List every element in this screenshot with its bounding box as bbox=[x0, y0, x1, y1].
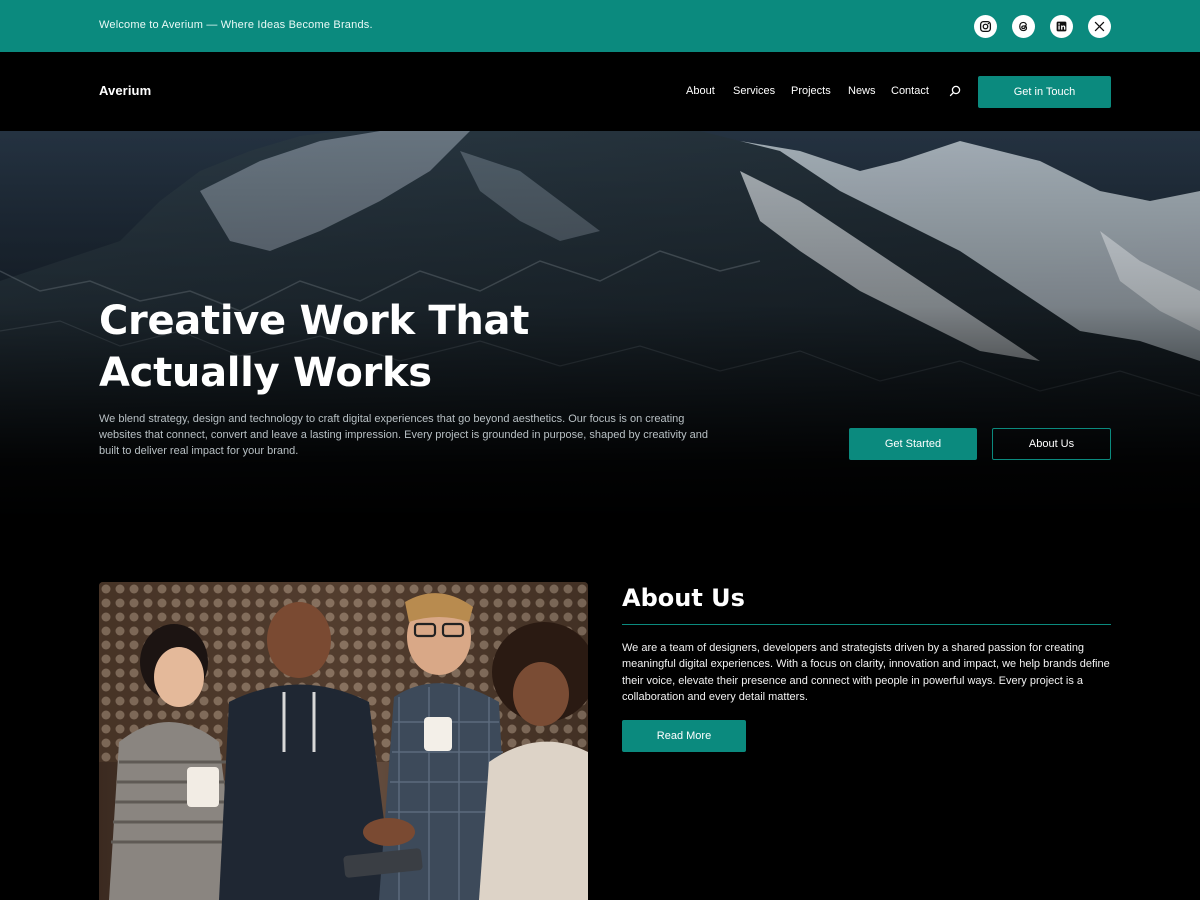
nav-projects[interactable]: Projects bbox=[791, 85, 831, 97]
hero-description: We blend strategy, design and technology… bbox=[99, 413, 709, 457]
about-title: About Us bbox=[622, 584, 745, 612]
team-photo bbox=[99, 582, 588, 900]
site-header: Averium About Services Projects News Con… bbox=[0, 52, 1200, 131]
nav-contact[interactable]: Contact bbox=[891, 85, 929, 97]
top-bar: Welcome to Averium — Where Ideas Become … bbox=[0, 0, 1200, 52]
search-icon[interactable] bbox=[948, 84, 962, 98]
read-more-button[interactable]: Read More bbox=[622, 720, 746, 752]
site-logo[interactable]: Averium bbox=[99, 83, 151, 98]
welcome-message: Welcome to Averium — Where Ideas Become … bbox=[99, 19, 373, 31]
about-divider bbox=[622, 624, 1111, 625]
instagram-icon[interactable] bbox=[974, 15, 997, 38]
about-text: We are a team of designers, developers a… bbox=[622, 642, 1110, 703]
nav-services[interactable]: Services bbox=[733, 85, 775, 97]
about-us-button[interactable]: About Us bbox=[992, 428, 1111, 460]
threads-icon[interactable] bbox=[1012, 15, 1035, 38]
nav-about[interactable]: About bbox=[686, 85, 715, 97]
x-icon[interactable] bbox=[1088, 15, 1111, 38]
get-started-button[interactable]: Get Started bbox=[849, 428, 977, 460]
get-in-touch-button[interactable]: Get in Touch bbox=[978, 76, 1111, 108]
hero-title: Creative Work That Actually Works bbox=[99, 298, 530, 396]
linkedin-icon[interactable] bbox=[1050, 15, 1073, 38]
nav-news[interactable]: News bbox=[848, 85, 876, 97]
